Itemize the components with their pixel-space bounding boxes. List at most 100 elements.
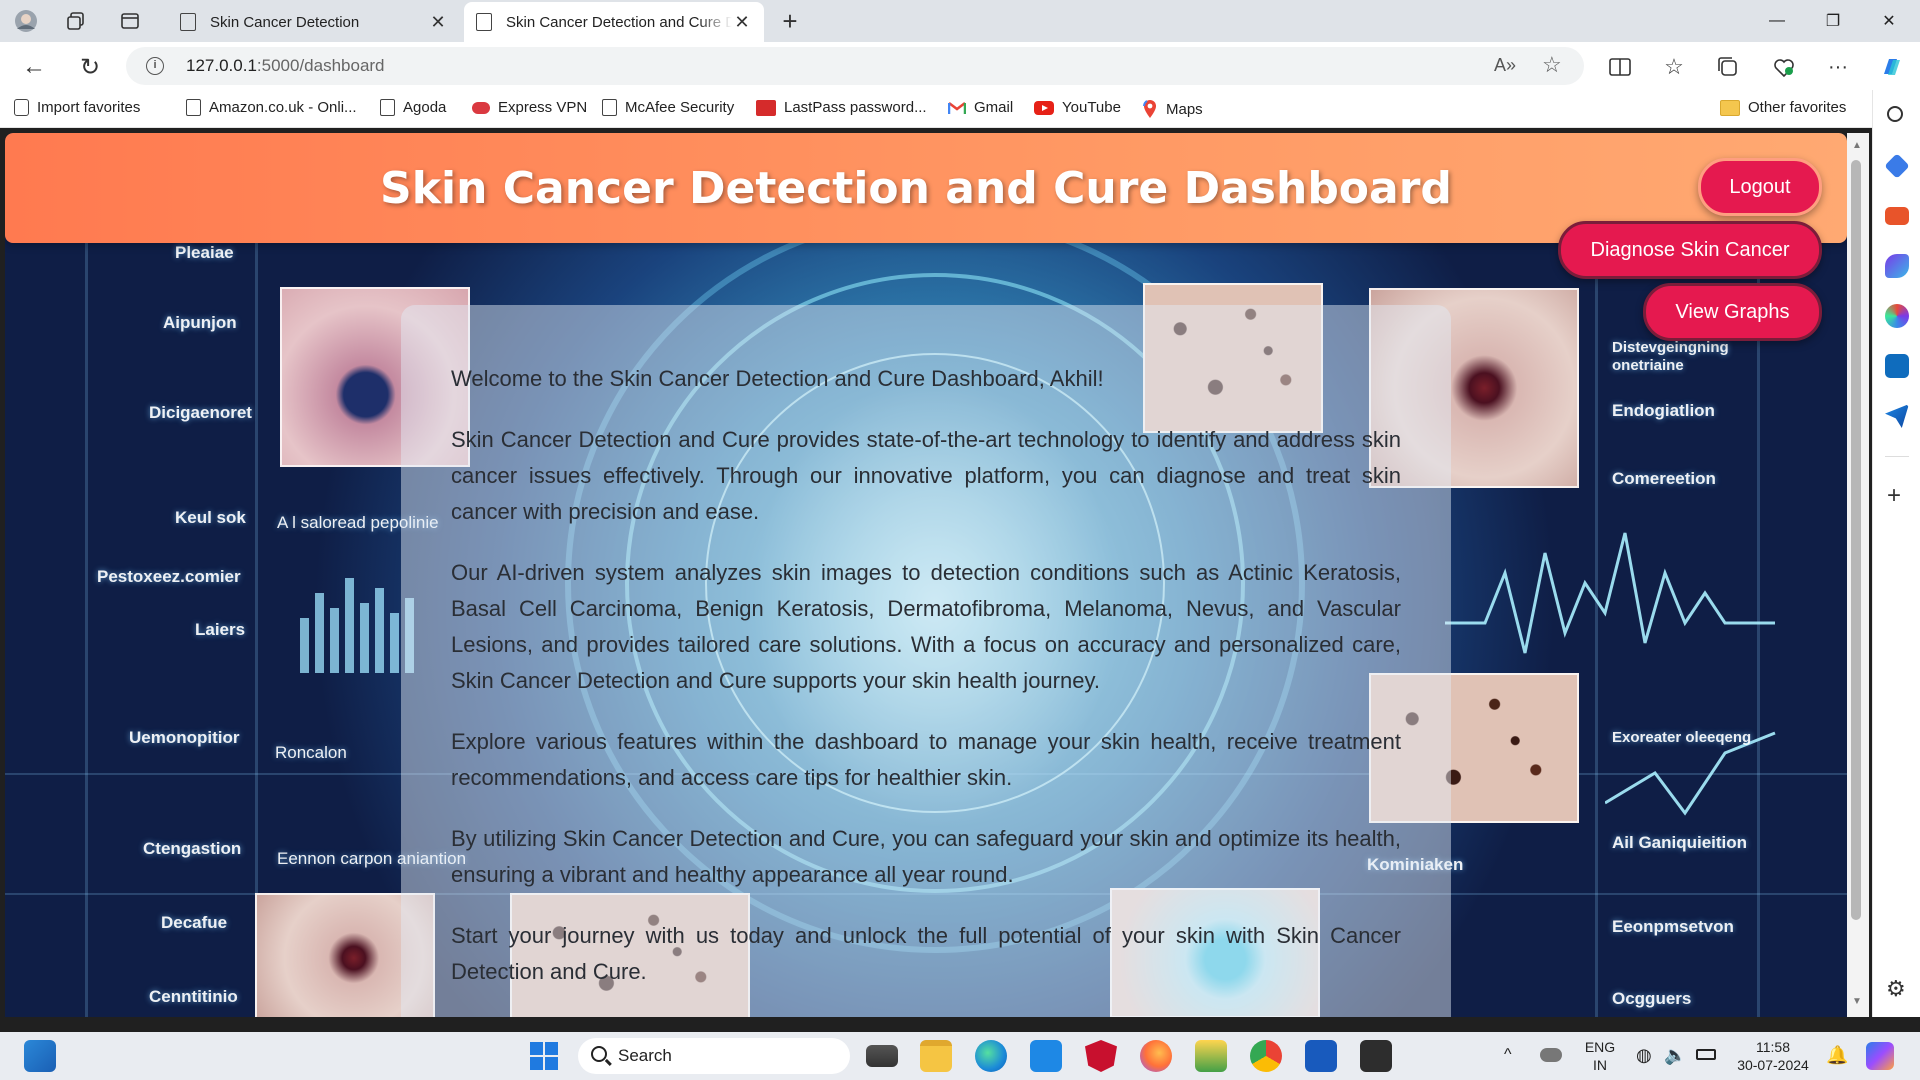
call-to-action-paragraph: Start your journey with us today and unl…	[451, 923, 1401, 984]
favorite-label: LastPass password...	[784, 99, 927, 116]
shopping-tag-icon[interactable]	[1884, 153, 1910, 179]
search-icon[interactable]	[1887, 106, 1903, 122]
microsoft-365-icon[interactable]	[1885, 304, 1909, 328]
favorites-icon[interactable]: ☆	[1660, 53, 1688, 81]
grid-line	[85, 243, 88, 1017]
hud-label: Uemonopitior	[129, 728, 240, 747]
tab-title: Skin Cancer Detection and Cure Dashboard	[506, 13, 732, 31]
hud-label: Endogiatlion	[1612, 401, 1715, 420]
terminal-icon[interactable]	[1360, 1040, 1392, 1072]
scroll-up-arrow-icon[interactable]: ▲	[1851, 140, 1863, 152]
maps-icon	[1142, 99, 1158, 119]
show-hidden-icons-icon[interactable]: ^	[1504, 1046, 1512, 1064]
workspaces-icon[interactable]	[64, 9, 88, 33]
taskbar-search[interactable]: Search	[578, 1038, 850, 1074]
mylio-icon[interactable]	[1030, 1040, 1062, 1072]
app-icon[interactable]	[1195, 1040, 1227, 1072]
address-url[interactable]: 127.0.0.1:5000/dashboard	[186, 56, 385, 76]
browser-essentials-icon[interactable]	[1770, 53, 1798, 81]
welcome-card: Welcome to the Skin Cancer Detection and…	[401, 305, 1451, 1017]
add-icon[interactable]: +	[1887, 482, 1901, 510]
tab-dashboard[interactable]: Skin Cancer Detection and Cure Dashboard…	[464, 2, 764, 42]
favorite-amazon[interactable]: Amazon.co.uk - Onli...	[186, 99, 357, 116]
favorite-mcafee[interactable]: McAfee Security	[602, 99, 734, 116]
gmail-icon	[947, 101, 967, 115]
notifications-bell-icon[interactable]: 🔔	[1826, 1045, 1848, 1066]
scroll-down-arrow-icon[interactable]: ▼	[1851, 996, 1863, 1008]
restore-icon[interactable]: ❐	[1810, 6, 1856, 36]
page-icon	[380, 99, 395, 116]
games-icon[interactable]	[1885, 254, 1909, 278]
view-graphs-button[interactable]: View Graphs	[1643, 283, 1822, 341]
hud-label: Pleaiae	[175, 243, 234, 262]
browser-toolbar: ← ↻ i 127.0.0.1:5000/dashboard A» ☆ ☆ ··…	[0, 42, 1920, 90]
favorite-gmail[interactable]: Gmail	[947, 99, 1013, 116]
copilot-icon[interactable]	[1878, 53, 1906, 81]
scrollbar-thumb[interactable]	[1851, 160, 1861, 920]
favorite-import[interactable]: Import favorites	[14, 99, 140, 116]
task-view-icon[interactable]	[866, 1045, 898, 1067]
favorite-label: Maps	[1166, 100, 1203, 118]
back-icon[interactable]: ←	[20, 53, 48, 81]
close-tab-icon[interactable]: ✕	[732, 12, 752, 33]
profile-avatar-icon[interactable]	[14, 9, 38, 33]
refresh-icon[interactable]: ↻	[76, 53, 104, 81]
word-icon[interactable]	[1305, 1040, 1337, 1072]
mcafee-icon[interactable]	[1085, 1040, 1117, 1072]
tab-skin-cancer-detection[interactable]: Skin Cancer Detection ✕	[168, 2, 460, 42]
split-screen-icon[interactable]	[1606, 53, 1634, 81]
favorite-lastpass[interactable]: LastPass password...	[756, 99, 927, 116]
start-windows-icon[interactable]	[528, 1040, 560, 1072]
close-tab-icon[interactable]: ✕	[428, 12, 448, 33]
volume-icon[interactable]: 🔈	[1664, 1045, 1686, 1066]
chrome-icon[interactable]	[1250, 1040, 1282, 1072]
widgets-icon[interactable]	[24, 1040, 56, 1072]
favorite-other[interactable]: Other favorites	[1720, 99, 1846, 116]
hud-pulse-line	[1445, 532, 1775, 654]
site-info-icon[interactable]: i	[146, 57, 164, 75]
favorite-star-icon[interactable]: ☆	[1542, 52, 1562, 78]
network-icon[interactable]: ◍	[1636, 1045, 1652, 1066]
send-icon[interactable]	[1885, 404, 1909, 428]
new-tab-icon[interactable]: +	[778, 6, 802, 36]
edge-browser-icon[interactable]	[975, 1040, 1007, 1072]
logout-button[interactable]: Logout	[1698, 158, 1822, 216]
region-code: IN	[1593, 1057, 1607, 1073]
hud-label: Decafue	[161, 913, 228, 932]
welcome-paragraph: Welcome to the Skin Cancer Detection and…	[451, 366, 1104, 391]
page-icon	[602, 99, 617, 116]
file-explorer-icon[interactable]	[920, 1040, 952, 1072]
battery-icon[interactable]	[1696, 1049, 1716, 1060]
favorite-agoda[interactable]: Agoda	[380, 99, 446, 116]
diagnose-skin-cancer-button[interactable]: Diagnose Skin Cancer	[1558, 221, 1822, 279]
collections-icon[interactable]	[1714, 53, 1742, 81]
favorite-maps[interactable]: Maps	[1142, 99, 1203, 119]
expressvpn-icon	[472, 101, 490, 114]
hud-label: Distevgeingning onetriaine	[1612, 339, 1729, 374]
settings-gear-icon[interactable]: ⚙	[1886, 976, 1906, 1002]
more-menu-icon[interactable]: ···	[1824, 53, 1852, 81]
close-window-icon[interactable]: ✕	[1866, 6, 1912, 36]
address-bar[interactable]: i 127.0.0.1:5000/dashboard A» ☆	[126, 47, 1584, 85]
clock[interactable]: 11:58 30-07-2024	[1732, 1038, 1814, 1074]
hud-label: Aipunjon	[163, 313, 237, 332]
tools-icon[interactable]	[1885, 207, 1909, 225]
favorite-expressvpn[interactable]: Express VPN	[472, 99, 587, 116]
onedrive-icon[interactable]	[1540, 1048, 1562, 1062]
url-host: 127.0.0.1	[186, 56, 257, 75]
firefox-icon[interactable]	[1140, 1040, 1172, 1072]
language-code: ENG	[1584, 1039, 1616, 1055]
tab-title: Skin Cancer Detection	[210, 13, 360, 31]
page-icon	[180, 13, 196, 31]
read-aloud-icon[interactable]: A»	[1494, 55, 1516, 76]
outlook-icon[interactable]	[1885, 354, 1909, 378]
favorite-youtube[interactable]: YouTube	[1034, 99, 1121, 116]
lastpass-icon	[756, 99, 776, 116]
minimize-icon[interactable]: —	[1754, 6, 1800, 36]
copilot-taskbar-icon[interactable]	[1866, 1042, 1894, 1070]
url-path: :5000/dashboard	[256, 56, 385, 75]
hud-label: Eeonpmsetvon	[1612, 917, 1734, 936]
tab-actions-icon[interactable]	[118, 9, 142, 33]
language-indicator[interactable]: ENG IN	[1582, 1038, 1618, 1074]
favorite-label: YouTube	[1062, 99, 1121, 116]
